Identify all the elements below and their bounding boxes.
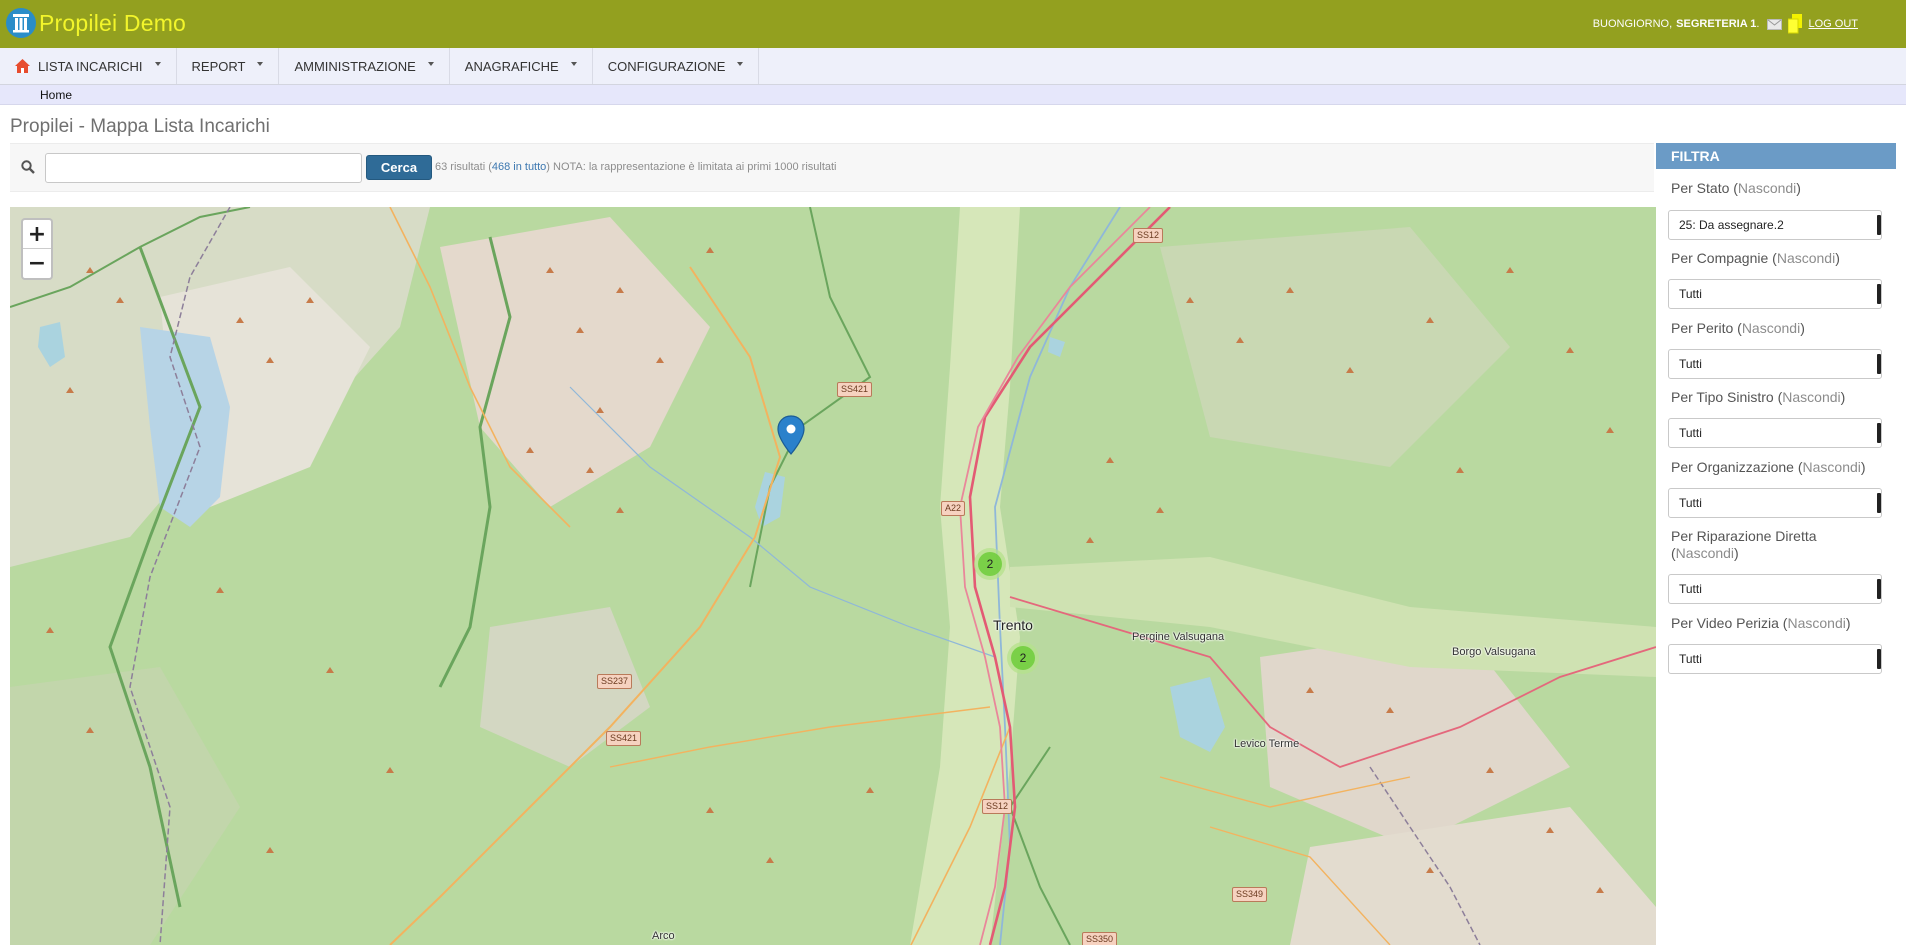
hide-link[interactable]: Nascondi — [1738, 180, 1796, 196]
filter-select-riparazione-diretta[interactable]: Tutti — [1668, 574, 1882, 604]
brand[interactable]: Propilei Demo — [6, 8, 186, 38]
hide-link[interactable]: Nascondi — [1777, 250, 1835, 266]
page-title: Propilei - Mappa Lista Incarichi — [10, 116, 270, 137]
filter-label-paren: ) — [1835, 250, 1840, 266]
cluster-count: 2 — [978, 552, 1002, 576]
zoom-out-button[interactable]: − — [23, 249, 51, 278]
hide-link[interactable]: Nascondi — [1803, 459, 1861, 475]
map[interactable]: + − SS12 SS421 A22 SS237 SS421 SS12 SS34… — [10, 207, 1656, 945]
filter-select-perito[interactable]: Tutti — [1668, 349, 1882, 379]
logout-link[interactable]: LOG OUT — [1808, 18, 1858, 30]
filter-label-video-perizia: Per Video Perizia (Nascondi) — [1671, 615, 1886, 632]
results-count: 63 risultati ( — [435, 161, 492, 173]
map-tiles — [10, 207, 1656, 945]
marker-cluster[interactable]: 2 — [1007, 642, 1039, 674]
filter-label-paren: ) — [1800, 320, 1805, 336]
filter-label-paren: ) — [1860, 459, 1866, 475]
home-icon — [15, 59, 30, 73]
map-pin-icon — [777, 415, 805, 455]
hide-link[interactable]: Nascondi — [1742, 320, 1800, 336]
top-bar: Propilei Demo BUONGIORNO, SEGRETERIA 1 .… — [0, 0, 1906, 48]
filter-label-organizzazione: Per Organizzazione (Nascondi) — [1671, 459, 1886, 476]
town-label: Borgo Valsugana — [1452, 646, 1536, 658]
nav-configurazione[interactable]: CONFIGURAZIONE — [593, 48, 760, 84]
results-total-link[interactable]: 468 in tutto — [492, 161, 546, 173]
nav-label: LISTA INCARICHI — [38, 58, 143, 74]
marker-cluster[interactable]: 2 — [974, 548, 1006, 580]
zoom-in-button[interactable]: + — [23, 220, 51, 249]
road-label: SS421 — [606, 731, 642, 746]
search-icon — [21, 160, 35, 174]
app-title: Propilei Demo — [39, 9, 187, 36]
road-label: SS237 — [597, 674, 633, 689]
filter-label-text: Per Stato ( — [1671, 180, 1738, 196]
main-nav: LISTA INCARICHI REPORT AMMINISTRAZIONE A… — [0, 48, 1906, 85]
road-label: SS421 — [837, 382, 873, 397]
results-note: ) NOTA: la rappresentazione è limitata a… — [546, 161, 837, 173]
cluster-count: 2 — [1011, 646, 1035, 670]
filter-label-text: Per Perito ( — [1671, 320, 1742, 336]
map-marker[interactable] — [777, 415, 805, 455]
nav-label: CONFIGURAZIONE — [607, 58, 726, 74]
breadcrumb-home[interactable]: Home — [40, 88, 72, 102]
road-label: SS12 — [982, 799, 1013, 814]
column-logo-icon — [6, 8, 36, 38]
nav-amministrazione[interactable]: AMMINISTRAZIONE — [279, 48, 450, 84]
town-label: Arco — [652, 930, 675, 942]
caret-down-icon — [570, 62, 577, 66]
nav-label: ANAGRAFICHE — [464, 58, 559, 74]
road-label: SS350 — [1082, 932, 1118, 945]
filter-label-text: Per Tipo Sinistro ( — [1671, 389, 1783, 405]
filter-select-organizzazione[interactable]: Tutti — [1668, 488, 1882, 518]
nav-anagrafiche[interactable]: ANAGRAFICHE — [450, 48, 593, 84]
filter-label-text: Per Organizzazione ( — [1671, 459, 1803, 475]
town-label: Levico Terme — [1234, 738, 1300, 750]
town-label: Pergine Valsugana — [1132, 631, 1225, 643]
nav-report[interactable]: REPORT — [177, 48, 280, 84]
user-name-suffix: . — [1756, 18, 1760, 30]
filter-label-tipo-sinistro: Per Tipo Sinistro (Nascondi) — [1671, 389, 1886, 406]
results-info: 63 risultati (468 in tutto) NOTA: la rap… — [435, 161, 837, 173]
hide-link[interactable]: Nascondi — [1787, 615, 1845, 631]
road-label: SS12 — [1133, 228, 1164, 243]
filter-label-paren: ) — [1734, 545, 1739, 561]
filter-label-paren: ) — [1845, 615, 1851, 631]
breadcrumb: Home — [0, 85, 1906, 105]
filter-label-riparazione-diretta: Per Riparazione Diretta (Nascondi) — [1671, 528, 1886, 562]
user-name: SEGRETERIA 1 — [1676, 18, 1757, 30]
filter-label-text: Per Video Perizia ( — [1671, 615, 1788, 631]
hide-link[interactable]: Nascondi — [1676, 545, 1734, 561]
caret-down-icon — [154, 62, 161, 66]
road-label: A22 — [941, 501, 966, 516]
nav-label: AMMINISTRAZIONE — [294, 58, 416, 74]
zoom-control: + − — [21, 218, 53, 280]
search-button[interactable]: Cerca — [366, 155, 432, 180]
caret-down-icon — [737, 62, 744, 66]
nav-lista-incarichi[interactable]: LISTA INCARICHI — [0, 48, 177, 84]
search-bar: Cerca 63 risultati (468 in tutto) NOTA: … — [10, 143, 1654, 192]
caret-down-icon — [257, 62, 264, 66]
nav-label: REPORT — [191, 58, 246, 74]
filter-label-stato: Per Stato (Nascondi) — [1671, 180, 1886, 197]
filter-label-perito: Per Perito (Nascondi) — [1671, 320, 1886, 337]
mail-icon[interactable] — [1767, 18, 1783, 30]
filter-select-stato[interactable]: 25: Da assegnare.2 — [1668, 210, 1882, 240]
filter-select-compagnie[interactable]: Tutti — [1668, 279, 1882, 309]
filter-select-video-perizia[interactable]: Tutti — [1668, 644, 1882, 674]
greeting-text: BUONGIORNO, — [1592, 18, 1673, 30]
hide-link[interactable]: Nascondi — [1782, 389, 1840, 405]
town-label: Trento — [993, 617, 1033, 633]
search-input[interactable] — [45, 153, 362, 183]
user-box: BUONGIORNO, SEGRETERIA 1 . LOG OUT — [1593, 14, 1858, 34]
filter-label-text: Per Compagnie ( — [1671, 250, 1777, 266]
filter-label-compagnie: Per Compagnie (Nascondi) — [1671, 250, 1886, 267]
filter-panel: FILTRA Per Stato (Nascondi) 25: Da asseg… — [1656, 143, 1896, 945]
filter-label-paren: ) — [1840, 389, 1846, 405]
caret-down-icon — [427, 62, 434, 66]
filter-title: FILTRA — [1656, 143, 1896, 169]
road-label: SS349 — [1232, 887, 1268, 902]
notes-icon[interactable] — [1788, 14, 1803, 34]
filter-select-tipo-sinistro[interactable]: Tutti — [1668, 418, 1882, 448]
filter-label-paren: ) — [1796, 180, 1801, 196]
